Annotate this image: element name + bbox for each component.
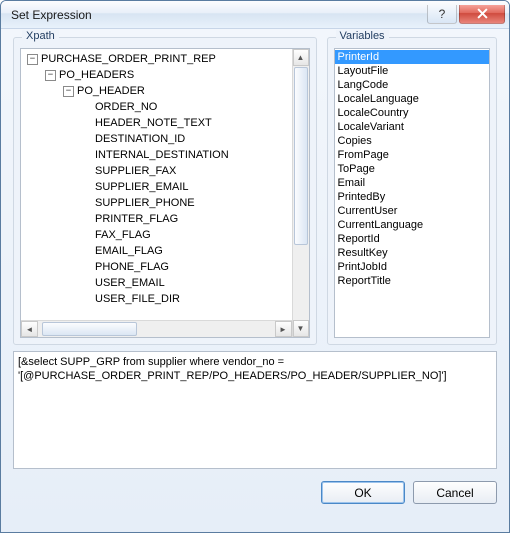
dialog-window: Set Expression ? Xpath −PURCHASE_ORDER_P… bbox=[0, 0, 510, 533]
tree-node-label: SUPPLIER_FAX bbox=[95, 163, 176, 179]
xpath-tree[interactable]: −PURCHASE_ORDER_PRINT_REP−PO_HEADERS−PO_… bbox=[20, 48, 310, 338]
tree-node-label: DESTINATION_ID bbox=[95, 131, 185, 147]
scroll-track[interactable] bbox=[293, 66, 309, 320]
variable-item[interactable]: LangCode bbox=[335, 78, 489, 92]
window-title: Set Expression bbox=[11, 8, 427, 22]
tree-node[interactable]: −PO_HEADERS bbox=[25, 67, 309, 83]
title-bar: Set Expression ? bbox=[1, 1, 509, 29]
tree-node-label: PRINTER_FLAG bbox=[95, 211, 178, 227]
close-button[interactable] bbox=[459, 5, 505, 24]
variables-list[interactable]: PrinterIdLayoutFileLangCodeLocaleLanguag… bbox=[334, 48, 490, 338]
tree-node[interactable]: FAX_FLAG bbox=[25, 227, 309, 243]
tree-node-label: USER_EMAIL bbox=[95, 275, 165, 291]
variable-item[interactable]: PrinterId bbox=[335, 50, 489, 64]
tree-node[interactable]: HEADER_NOTE_TEXT bbox=[25, 115, 309, 131]
tree-node-label: PHONE_FLAG bbox=[95, 259, 169, 275]
cancel-button[interactable]: Cancel bbox=[413, 481, 497, 504]
tree-node[interactable]: SUPPLIER_FAX bbox=[25, 163, 309, 179]
scroll-right-button[interactable]: ► bbox=[275, 321, 292, 337]
ok-button[interactable]: OK bbox=[321, 481, 405, 504]
tree-node[interactable]: USER_FILE_DIR bbox=[25, 291, 309, 307]
variables-list-inner: PrinterIdLayoutFileLangCodeLocaleLanguag… bbox=[335, 49, 489, 289]
tree-expander-icon[interactable]: − bbox=[45, 70, 56, 81]
tree-node[interactable]: SUPPLIER_EMAIL bbox=[25, 179, 309, 195]
expression-line: '[@PURCHASE_ORDER_PRINT_REP/PO_HEADERS/P… bbox=[18, 369, 492, 383]
xpath-horizontal-scrollbar[interactable]: ◄ ► bbox=[21, 320, 292, 337]
scroll-thumb-h[interactable] bbox=[42, 322, 137, 336]
tree-node[interactable]: EMAIL_FLAG bbox=[25, 243, 309, 259]
variable-item[interactable]: LocaleCountry bbox=[335, 106, 489, 120]
tree-node[interactable]: −PURCHASE_ORDER_PRINT_REP bbox=[25, 51, 309, 67]
variable-item[interactable]: CurrentUser bbox=[335, 204, 489, 218]
tree-node-label: EMAIL_FLAG bbox=[95, 243, 163, 259]
tree-node-label: FAX_FLAG bbox=[95, 227, 151, 243]
tree-node-label: SUPPLIER_PHONE bbox=[95, 195, 195, 211]
tree-node-label: PO_HEADERS bbox=[59, 67, 134, 83]
expression-line: [&select SUPP_GRP from supplier where ve… bbox=[18, 355, 492, 369]
variable-item[interactable]: ReportTitle bbox=[335, 274, 489, 288]
xpath-tree-inner: −PURCHASE_ORDER_PRINT_REP−PO_HEADERS−PO_… bbox=[21, 49, 309, 337]
scroll-down-button[interactable]: ▼ bbox=[293, 320, 309, 337]
tree-node[interactable]: INTERNAL_DESTINATION bbox=[25, 147, 309, 163]
tree-node[interactable]: SUPPLIER_PHONE bbox=[25, 195, 309, 211]
variables-group: Variables PrinterIdLayoutFileLangCodeLoc… bbox=[327, 37, 497, 345]
tree-node-label: PURCHASE_ORDER_PRINT_REP bbox=[41, 51, 216, 67]
dialog-body: Xpath −PURCHASE_ORDER_PRINT_REP−PO_HEADE… bbox=[1, 29, 509, 532]
tree-node[interactable]: −PO_HEADER bbox=[25, 83, 309, 99]
scroll-track-h[interactable] bbox=[38, 321, 275, 337]
tree-node-label: HEADER_NOTE_TEXT bbox=[95, 115, 212, 131]
scroll-thumb[interactable] bbox=[294, 67, 308, 245]
variable-item[interactable]: ReportId bbox=[335, 232, 489, 246]
tree-node[interactable]: ORDER_NO bbox=[25, 99, 309, 115]
xpath-group: Xpath −PURCHASE_ORDER_PRINT_REP−PO_HEADE… bbox=[13, 37, 317, 345]
variable-item[interactable]: ResultKey bbox=[335, 246, 489, 260]
variable-item[interactable]: PrintJobId bbox=[335, 260, 489, 274]
tree-node[interactable]: PRINTER_FLAG bbox=[25, 211, 309, 227]
variable-item[interactable]: Email bbox=[335, 176, 489, 190]
tree-node-label: INTERNAL_DESTINATION bbox=[95, 147, 229, 163]
tree-node-label: ORDER_NO bbox=[95, 99, 157, 115]
variable-item[interactable]: PrintedBy bbox=[335, 190, 489, 204]
scroll-left-button[interactable]: ◄ bbox=[21, 321, 38, 337]
help-button[interactable]: ? bbox=[427, 5, 457, 24]
variable-item[interactable]: LocaleVariant bbox=[335, 120, 489, 134]
expression-textarea[interactable]: [&select SUPP_GRP from supplier where ve… bbox=[13, 351, 497, 469]
tree-expander-icon[interactable]: − bbox=[27, 54, 38, 65]
variable-item[interactable]: LayoutFile bbox=[335, 64, 489, 78]
tree-expander-icon[interactable]: − bbox=[63, 86, 74, 97]
panes: Xpath −PURCHASE_ORDER_PRINT_REP−PO_HEADE… bbox=[13, 37, 497, 345]
tree-node-label: PO_HEADER bbox=[77, 83, 145, 99]
xpath-vertical-scrollbar[interactable]: ▲ ▼ bbox=[292, 49, 309, 337]
variable-item[interactable]: Copies bbox=[335, 134, 489, 148]
xpath-group-label: Xpath bbox=[22, 30, 59, 42]
scroll-up-button[interactable]: ▲ bbox=[293, 49, 309, 66]
variables-group-label: Variables bbox=[336, 30, 389, 42]
tree-node[interactable]: PHONE_FLAG bbox=[25, 259, 309, 275]
variable-item[interactable]: CurrentLanguage bbox=[335, 218, 489, 232]
variable-item[interactable]: FromPage bbox=[335, 148, 489, 162]
close-icon bbox=[477, 8, 488, 19]
variable-item[interactable]: ToPage bbox=[335, 162, 489, 176]
tree-node[interactable]: DESTINATION_ID bbox=[25, 131, 309, 147]
variable-item[interactable]: LocaleLanguage bbox=[335, 92, 489, 106]
button-bar: OK Cancel bbox=[13, 475, 497, 504]
tree-node-label: SUPPLIER_EMAIL bbox=[95, 179, 189, 195]
tree-node[interactable]: USER_EMAIL bbox=[25, 275, 309, 291]
tree-node-label: USER_FILE_DIR bbox=[95, 291, 180, 307]
